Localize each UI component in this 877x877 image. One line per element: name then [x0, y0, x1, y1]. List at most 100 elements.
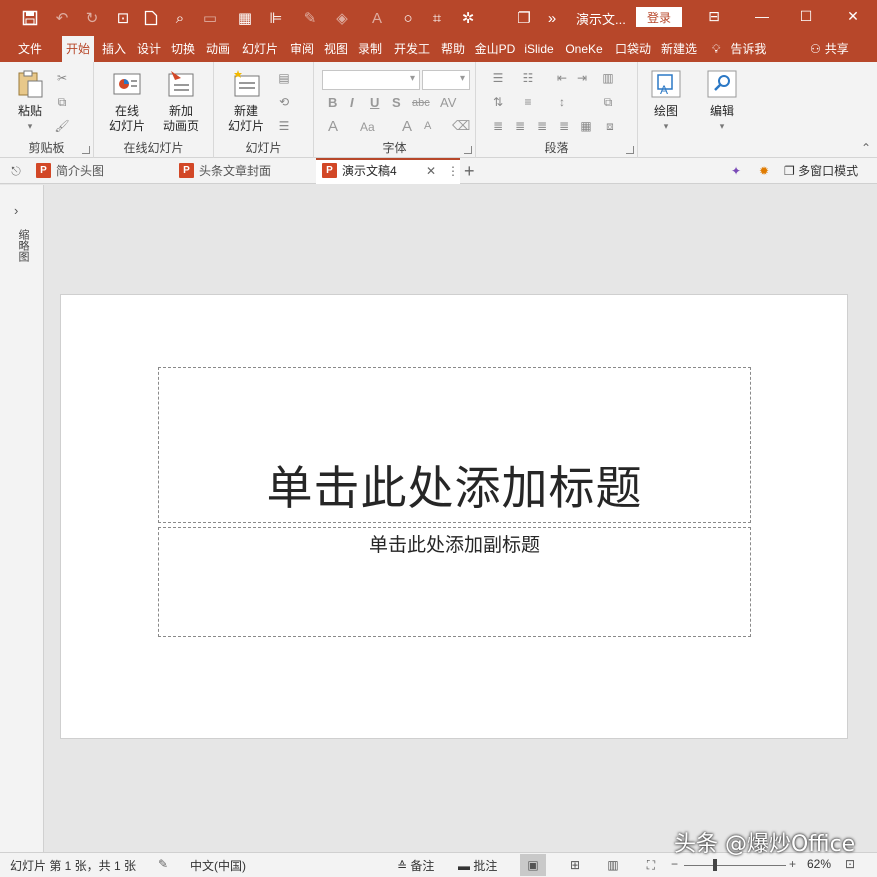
convert-smartart-icon[interactable]: ⧈ [602, 118, 618, 134]
tab-pocket-animation[interactable]: 口袋动 [612, 36, 654, 62]
line-spacing-icon[interactable]: ↕ [554, 94, 570, 110]
paragraph-launcher-icon[interactable] [626, 146, 634, 154]
italic-icon[interactable]: I [350, 95, 354, 110]
doc-tab-1[interactable]: P 简介头图 [30, 158, 172, 184]
align-right-icon[interactable]: ≣ [534, 118, 550, 134]
distributed-icon[interactable]: ▦ [578, 118, 594, 134]
clipboard-launcher-icon[interactable] [82, 146, 90, 154]
tab-home[interactable]: 开始 [62, 36, 94, 62]
tab-kingsoft-pdf[interactable]: 金山PD [472, 36, 518, 62]
more-commands-icon[interactable]: » [540, 6, 564, 30]
multi-window-button[interactable]: ❐ 多窗口模式 [784, 158, 858, 184]
thumbnail-pane-label[interactable]: 缩略图 [15, 229, 29, 262]
ribbon-display-options-icon[interactable]: ⊟ [692, 0, 736, 32]
section-icon[interactable]: ☰ [276, 118, 292, 134]
columns-icon[interactable]: ▥ [600, 70, 616, 86]
doc-tab-3-active[interactable]: P 演示文稿4 ✕ ⋮ [316, 158, 460, 184]
gear-icon[interactable]: ✲ [456, 6, 480, 30]
new-file-icon[interactable] [139, 6, 163, 30]
decrease-indent-icon[interactable]: ⇤ [554, 70, 570, 86]
zoom-out-icon[interactable]: − [671, 857, 678, 871]
fit-to-window-icon[interactable]: ⊡ [845, 857, 855, 871]
settings-gear-icon[interactable]: ✹ [756, 163, 772, 179]
doc-tab-2[interactable]: P 头条文章封面 [173, 158, 315, 184]
align-left-icon[interactable]: ≣ [490, 118, 506, 134]
tab-animations[interactable]: 动画 [202, 36, 234, 62]
collapse-ribbon-icon[interactable]: ⌃ [858, 140, 874, 156]
layout-icon[interactable]: ▤ [276, 70, 292, 86]
title-placeholder[interactable]: 单击此处添加标题 [158, 367, 751, 523]
crop-icon[interactable]: ⌗ [425, 6, 449, 30]
bullets-icon[interactable]: ☰ [490, 70, 506, 86]
arrange-icon[interactable]: ❐ [512, 6, 536, 30]
print-preview-icon[interactable]: ⌕ [168, 6, 192, 30]
tab-design[interactable]: 设计 [133, 36, 165, 62]
char-spacing-icon[interactable]: AV [440, 95, 456, 110]
save-icon[interactable] [18, 6, 42, 30]
tab-insert[interactable]: 插入 [98, 36, 130, 62]
zoom-level[interactable]: 62% [807, 857, 831, 871]
tab-slideshow[interactable]: 幻灯片 [237, 36, 283, 62]
justify-icon[interactable]: ≣ [556, 118, 572, 134]
redo-icon[interactable]: ↻ [80, 6, 104, 30]
tab-history-icon[interactable]: ⎋ [8, 163, 24, 179]
numbering-icon[interactable]: ☷ [520, 70, 536, 86]
align-center-icon[interactable]: ≣ [512, 118, 528, 134]
eyedropper-icon[interactable]: ✎ [298, 6, 322, 30]
font-name-combo[interactable] [322, 70, 420, 90]
share-button[interactable]: ⚇ 共享 [810, 36, 849, 62]
normal-view-icon[interactable]: ▣ [520, 854, 546, 876]
maximize-icon[interactable]: ☐ [784, 0, 828, 32]
grid-icon[interactable]: ▦ [233, 6, 257, 30]
tab-new-selection[interactable]: 新建选 [657, 36, 701, 62]
shadow-icon[interactable]: S [392, 95, 401, 110]
shrink-font-icon[interactable]: A [424, 120, 431, 132]
slide-canvas[interactable]: 单击此处添加标题 单击此处添加副标题 [60, 294, 848, 739]
increase-indent-icon[interactable]: ⇥ [574, 70, 590, 86]
tab-review[interactable]: 审阅 [286, 36, 318, 62]
add-tab-icon[interactable]: + [464, 158, 475, 184]
font-size-combo[interactable] [422, 70, 470, 90]
paste-button[interactable]: 粘贴 ▾ [10, 68, 50, 134]
fill-color-icon[interactable]: ◈ [330, 6, 354, 30]
strikethrough-icon[interactable]: abc [412, 97, 430, 109]
change-case-icon[interactable]: Aa [360, 120, 375, 134]
format-painter-icon[interactable]: 🖌︎ [54, 118, 70, 134]
tab-islide[interactable]: iSlide [520, 36, 558, 62]
minimize-icon[interactable]: — [740, 0, 784, 32]
cut-icon[interactable]: ✂ [54, 70, 70, 86]
clear-format-icon[interactable]: ⌫ [452, 118, 470, 134]
login-button[interactable]: 登录 [636, 7, 682, 27]
subtitle-placeholder[interactable]: 单击此处添加副标题 [158, 527, 751, 637]
drawing-button[interactable]: A 绘图 ▾ [648, 68, 684, 134]
zoom-slider-thumb[interactable] [713, 859, 717, 871]
new-slide-button[interactable]: 新建 幻灯片 [220, 68, 272, 134]
align-icon[interactable]: ⊫ [264, 6, 288, 30]
font-color-a-icon[interactable]: A [328, 118, 338, 135]
editing-button[interactable]: 编辑 ▾ [704, 68, 740, 134]
circle-shape-icon[interactable]: ○ [396, 6, 420, 30]
bold-icon[interactable]: B [328, 95, 337, 110]
online-slides-button[interactable]: 在线 幻灯片 [102, 68, 152, 134]
comments-button[interactable]: ▬ 批注 [458, 857, 497, 874]
tab-onekey[interactable]: OneKe [561, 36, 607, 62]
undo-icon[interactable]: ↶ [50, 6, 74, 30]
expand-thumbnails-icon[interactable]: › [14, 203, 18, 218]
slideshow-view-icon[interactable]: ⛶ [638, 854, 664, 876]
tab-transitions[interactable]: 切换 [167, 36, 199, 62]
reset-icon[interactable]: ⟲ [276, 94, 292, 110]
notes-button[interactable]: ≙ 备注 [397, 857, 434, 874]
tab-record[interactable]: 录制 [354, 36, 386, 62]
tab-help[interactable]: 帮助 [437, 36, 469, 62]
align-text-icon[interactable]: ≡ [520, 94, 536, 110]
smartart-icon[interactable]: ⧉ [600, 94, 616, 110]
close-icon[interactable]: ✕ [831, 0, 875, 32]
new-animation-page-button[interactable]: 新加 动画页 [156, 68, 206, 134]
copy-icon[interactable]: ⧉ [54, 94, 70, 110]
tab-menu-icon[interactable]: ⋮ [447, 160, 459, 182]
tab-file[interactable]: 文件 [10, 36, 50, 62]
font-launcher-icon[interactable] [464, 146, 472, 154]
underline-icon[interactable]: U [370, 95, 379, 110]
reading-view-icon[interactable]: ▥ [600, 854, 626, 876]
tell-me-search[interactable]: 💡︎ 告诉我 [712, 36, 766, 62]
